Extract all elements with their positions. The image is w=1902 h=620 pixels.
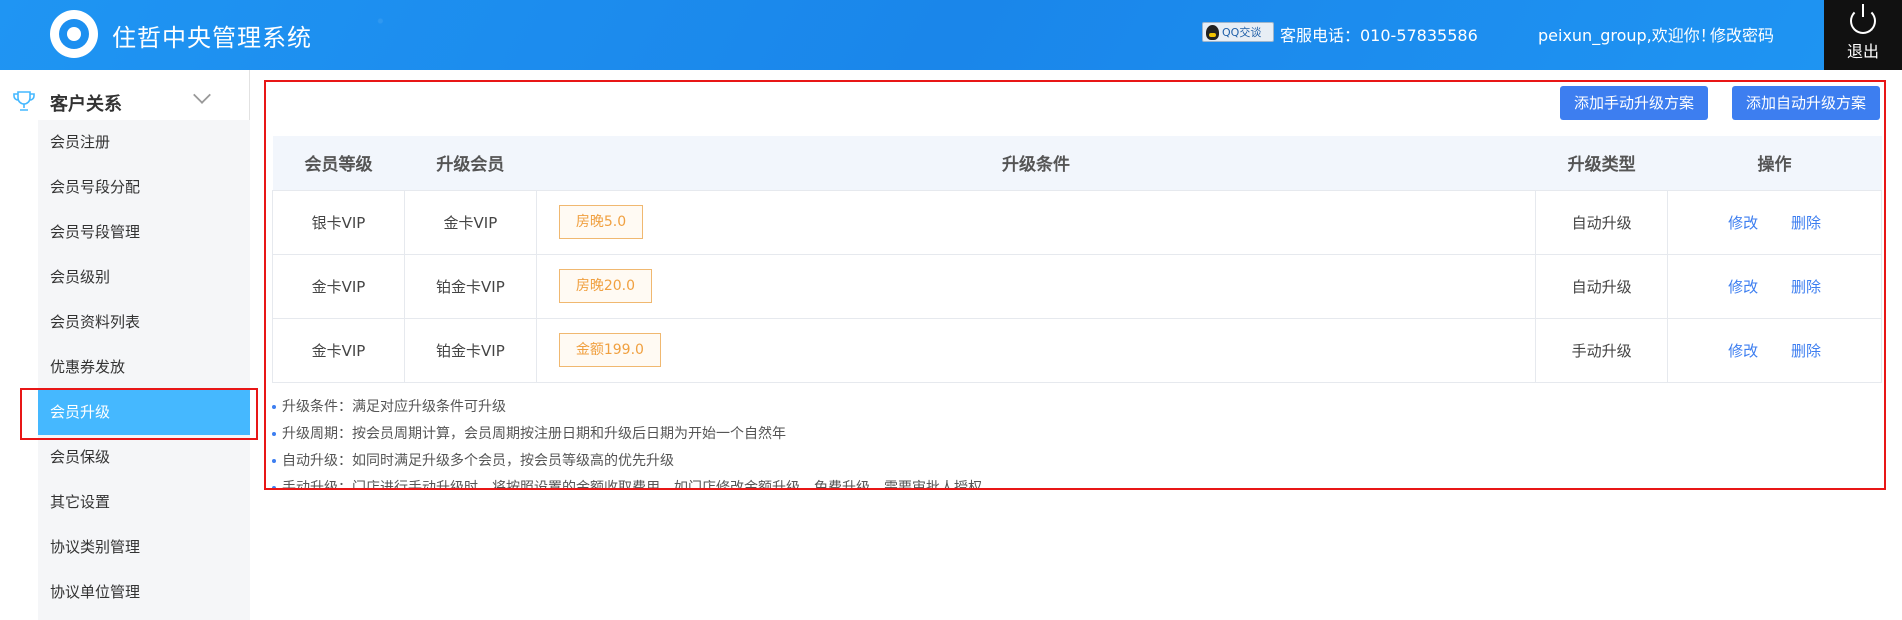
note-item: 自动升级：如同时满足升级多个会员，按会员等级高的优先升级	[272, 448, 982, 475]
top-header: 住哲中央管理系统 QQ交谈 客服电话：010-57835586 peixun_g…	[0, 0, 1902, 70]
sidebar-item-agreement-category[interactable]: 协议类别管理	[38, 525, 250, 570]
welcome-text: peixun_group,欢迎你！	[1538, 26, 1716, 45]
delete-link[interactable]: 删除	[1791, 278, 1821, 296]
edit-link[interactable]: 修改	[1728, 278, 1758, 296]
cell-level: 银卡VIP	[272, 189, 405, 255]
table-row: 金卡VIP 铂金卡VIP 金额199.0 手动升级 修改 删除	[272, 317, 1882, 383]
sidebar-item-coupon[interactable]: 优惠券发放	[38, 345, 250, 390]
condition-tag: 房晚20.0	[558, 269, 653, 303]
app-title: 住哲中央管理系统	[112, 24, 312, 52]
logout-button[interactable]: 退出	[1824, 0, 1902, 70]
qq-chat-button[interactable]: QQ交谈	[1202, 22, 1274, 42]
condition-tag: 金额199.0	[558, 333, 661, 367]
cell-actions: 修改 删除	[1667, 253, 1882, 319]
cell-condition: 房晚20.0	[535, 253, 1537, 319]
cell-type: 自动升级	[1535, 253, 1669, 319]
edit-link[interactable]: 修改	[1728, 342, 1758, 360]
change-password-link[interactable]: 修改密码	[1710, 22, 1774, 46]
bullet-icon	[272, 486, 276, 488]
toolbar: 添加手动升级方案 添加自动升级方案	[1559, 86, 1880, 120]
edit-link[interactable]: 修改	[1728, 214, 1758, 232]
sidebar: 客户关系 会员注册 会员号段分配 会员号段管理 会员级别 会员资料列表 优惠券发…	[0, 70, 250, 620]
sidebar-menu: 会员注册 会员号段分配 会员号段管理 会员级别 会员资料列表 优惠券发放 会员升…	[38, 120, 250, 620]
chevron-down-icon[interactable]	[193, 86, 211, 104]
note-item: 升级条件：满足对应升级条件可升级	[272, 394, 982, 421]
table-row: 银卡VIP 金卡VIP 房晚5.0 自动升级 修改 删除	[272, 189, 1882, 255]
note-text: 自动升级：如同时满足升级多个会员，按会员等级高的优先升级	[282, 453, 674, 469]
cell-actions: 修改 删除	[1667, 317, 1882, 383]
col-header-actions: 操作	[1667, 136, 1882, 191]
add-manual-upgrade-button[interactable]: 添加手动升级方案	[1559, 86, 1708, 120]
cell-condition: 金额199.0	[535, 317, 1537, 383]
col-header-condition: 升级条件	[536, 136, 1536, 191]
note-item: 手动升级：门店进行手动升级时，将按照设置的金额收取费用，如门店修改金额升级，免费…	[272, 475, 982, 490]
note-text: 升级条件：满足对应升级条件可升级	[282, 399, 506, 415]
upgrade-table: 会员等级 升级会员 升级条件 升级类型 操作 银卡VIP 金卡VIP 房晚5.0…	[272, 136, 1882, 383]
add-auto-upgrade-button[interactable]: 添加自动升级方案	[1731, 86, 1880, 120]
condition-tag: 房晚5.0	[558, 205, 644, 239]
sidebar-item-other-settings[interactable]: 其它设置	[38, 480, 250, 525]
bullet-icon	[272, 459, 276, 463]
qq-icon	[1206, 24, 1219, 40]
sidebar-item-member-retention[interactable]: 会员保级	[38, 435, 250, 480]
sidebar-item-member-level[interactable]: 会员级别	[38, 255, 250, 300]
note-item: 升级周期：按会员周期计算，会员周期按注册日期和升级后日期为开始一个自然年	[272, 421, 982, 448]
hotline-text: 客服电话：010-57835586	[1280, 26, 1478, 45]
app-logo	[50, 10, 98, 58]
upgrade-panel: 添加手动升级方案 添加自动升级方案 会员等级 升级会员 升级条件 升级类型 操作…	[264, 80, 1886, 490]
table-row: 金卡VIP 铂金卡VIP 房晚20.0 自动升级 修改 删除	[272, 253, 1882, 319]
notes-list: 升级条件：满足对应升级条件可升级 升级周期：按会员周期计算，会员周期按注册日期和…	[272, 394, 982, 490]
sidebar-section-header[interactable]: 客户关系	[0, 80, 250, 120]
cell-target: 铂金卡VIP	[403, 317, 537, 383]
sidebar-item-number-management[interactable]: 会员号段管理	[38, 210, 250, 255]
col-header-target: 升级会员	[404, 136, 537, 191]
cell-level: 金卡VIP	[272, 253, 405, 319]
note-text: 升级周期：按会员周期计算，会员周期按注册日期和升级后日期为开始一个自然年	[282, 426, 786, 442]
sidebar-item-member-list[interactable]: 会员资料列表	[38, 300, 250, 345]
cell-level: 金卡VIP	[272, 317, 405, 383]
bullet-icon	[272, 432, 276, 436]
col-header-type: 升级类型	[1535, 136, 1668, 191]
note-text: 手动升级：门店进行手动升级时，将按照设置的金额收取费用，如门店修改金额升级，免费…	[282, 480, 982, 490]
sidebar-item-member-register[interactable]: 会员注册	[38, 120, 250, 165]
cell-type: 手动升级	[1535, 317, 1669, 383]
sidebar-item-agreement-unit[interactable]: 协议单位管理	[38, 570, 250, 615]
delete-link[interactable]: 删除	[1791, 342, 1821, 360]
cell-target: 金卡VIP	[403, 189, 537, 255]
bullet-icon	[272, 405, 276, 409]
sidebar-item-member-upgrade[interactable]: 会员升级	[38, 390, 250, 435]
cell-condition: 房晚5.0	[535, 189, 1537, 255]
cell-target: 铂金卡VIP	[403, 253, 537, 319]
col-header-level: 会员等级	[272, 136, 405, 191]
table-header-row: 会员等级 升级会员 升级条件 升级类型 操作	[272, 136, 1882, 191]
power-icon	[1850, 4, 1876, 34]
qq-chat-label: QQ交谈	[1222, 26, 1262, 39]
logout-label: 退出	[1846, 42, 1879, 61]
trophy-icon	[13, 91, 35, 111]
cell-actions: 修改 删除	[1667, 189, 1882, 255]
sidebar-section-title: 客户关系	[50, 94, 122, 115]
cell-type: 自动升级	[1535, 189, 1669, 255]
delete-link[interactable]: 删除	[1791, 214, 1821, 232]
sidebar-item-number-allocation[interactable]: 会员号段分配	[38, 165, 250, 210]
